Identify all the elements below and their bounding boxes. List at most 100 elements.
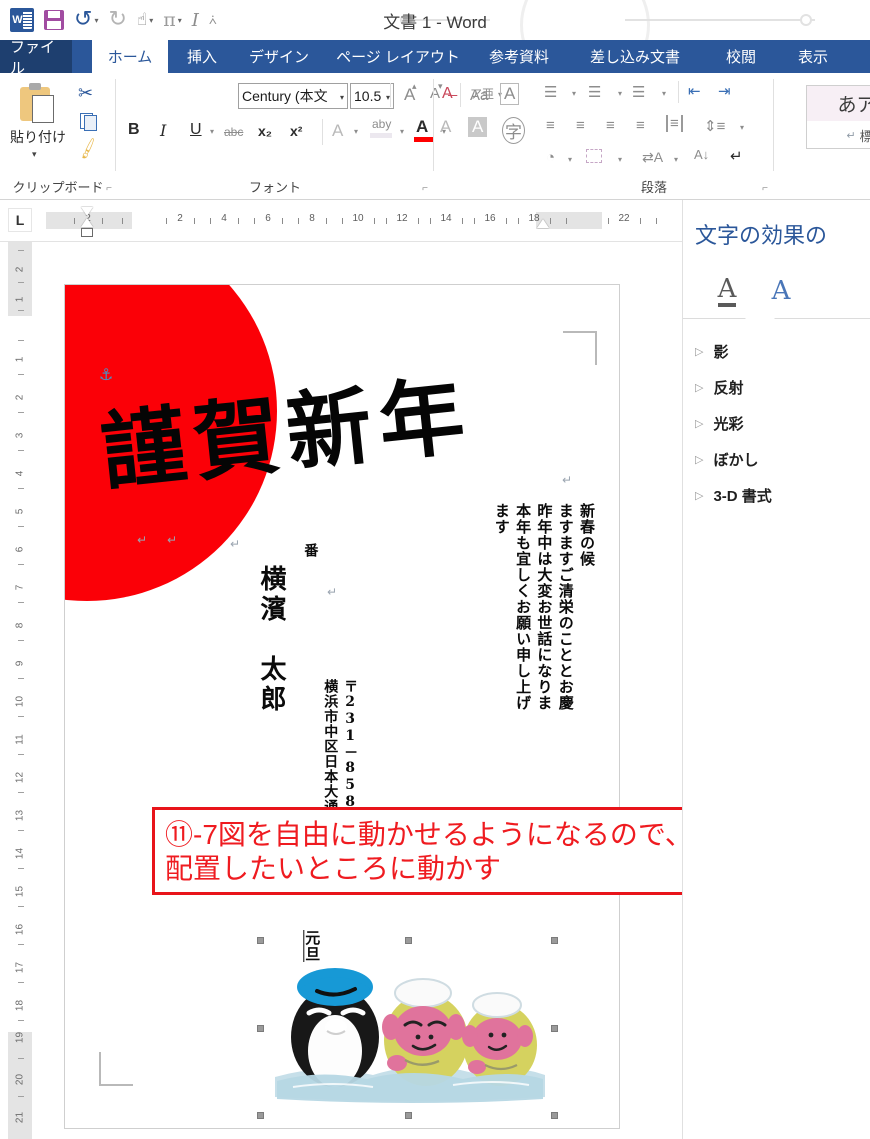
clipboard-dialog-launcher[interactable]: ⌐ bbox=[106, 183, 112, 194]
pane-item-reflection[interactable]: ▷ 反射 bbox=[695, 376, 865, 398]
first-line-indent-marker[interactable] bbox=[81, 207, 93, 216]
borders-caret-icon[interactable]: ▾ bbox=[618, 155, 622, 164]
font-dialog-launcher[interactable]: ⌐ bbox=[422, 183, 428, 194]
title-decoration-node-right bbox=[800, 14, 812, 26]
underline-caret-icon[interactable]: ▾ bbox=[210, 127, 214, 136]
distribute-icon[interactable]: ≡ bbox=[666, 115, 683, 132]
superscript-icon[interactable]: x² bbox=[290, 123, 302, 139]
pane-item-3d-format[interactable]: ▷ 3-D 書式 bbox=[695, 484, 865, 506]
redo-icon[interactable]: ↻ bbox=[104, 5, 130, 35]
tab-view[interactable]: 表示 bbox=[782, 40, 844, 73]
show-marks-icon[interactable]: ↵ bbox=[730, 147, 743, 165]
font-size-input[interactable]: 10.5 ▾ bbox=[350, 83, 394, 109]
numbered-list-caret-icon[interactable]: ▾ bbox=[618, 89, 622, 98]
horizontal-ruler[interactable]: 2 2 4 6 8 10 12 14 16 18 22 bbox=[46, 212, 657, 229]
align-left-icon[interactable]: ≡ bbox=[546, 117, 555, 134]
selection-handle-bottom-left[interactable] bbox=[257, 1112, 264, 1119]
address-text-block[interactable]: 〒231－8588 横浜市中区日本大通1番 bbox=[280, 543, 379, 843]
paste-dropdown-caret[interactable]: ▾ bbox=[32, 149, 37, 160]
touch-mode-icon[interactable]: ☝ ▾ bbox=[133, 5, 157, 35]
numbered-list-icon[interactable]: ☰ bbox=[588, 83, 601, 101]
text-effects-caret-icon[interactable]: ▾ bbox=[354, 127, 358, 136]
highlight-icon[interactable]: aby bbox=[372, 117, 391, 131]
tab-review[interactable]: 校閲 bbox=[710, 40, 772, 73]
multilevel-list-icon[interactable]: ☰ bbox=[632, 83, 645, 101]
document-page[interactable]: ⚓ 謹賀新年 ↵ ↵ ↵ ↵ ↵ 新春の候 ますますご清栄のこととお慶 昨年中は… bbox=[64, 284, 620, 1129]
pane-item-glow[interactable]: ▷ 光彩 bbox=[695, 412, 865, 434]
font-color-icon[interactable]: A bbox=[416, 117, 428, 137]
italic-icon[interactable]: I bbox=[188, 5, 203, 35]
greeting-text-block[interactable]: 新春の候 ますますご清栄のこととお慶 昨年中は大変お世話になりま 本年も宜しくお… bbox=[491, 503, 597, 833]
tab-insert[interactable]: 挿入 bbox=[172, 40, 232, 73]
tab-file[interactable]: ファイル bbox=[0, 39, 72, 77]
justify-icon[interactable]: ≡ bbox=[636, 117, 645, 134]
selection-handle-bottom-right[interactable] bbox=[551, 1112, 558, 1119]
tab-stop-selector-button[interactable]: L bbox=[8, 208, 32, 232]
paste-button-label[interactable]: 貼り付け bbox=[6, 127, 70, 147]
circle-character-icon[interactable]: 字 bbox=[502, 117, 525, 144]
paragraph-group-label: 段落 bbox=[640, 180, 667, 195]
subscript-icon[interactable]: x₂ bbox=[258, 123, 272, 139]
format-painter-icon[interactable]: 🖌 bbox=[75, 136, 101, 162]
pane-tab-text-fill[interactable]: A bbox=[703, 272, 751, 310]
selection-handle-middle-left[interactable] bbox=[257, 1025, 264, 1032]
decrease-indent-icon[interactable]: ⇤ bbox=[688, 82, 701, 100]
sender-name[interactable]: 横濱 太郎 bbox=[252, 565, 289, 815]
save-icon[interactable] bbox=[40, 5, 68, 35]
customize-quick-access-icon[interactable]: ⩑ bbox=[205, 5, 221, 35]
undo-icon[interactable]: ↺ ▾ bbox=[70, 5, 102, 35]
tab-design[interactable]: デザイン bbox=[236, 40, 322, 73]
font-name-caret[interactable]: ▾ bbox=[340, 93, 344, 102]
align-right-icon[interactable]: ≡ bbox=[606, 117, 615, 134]
selection-handle-top-center[interactable] bbox=[405, 937, 412, 944]
paste-icon[interactable] bbox=[16, 81, 58, 125]
pane-item-shadow[interactable]: ▷ 影 bbox=[695, 340, 865, 362]
italic-icon-ribbon[interactable]: I bbox=[160, 121, 166, 140]
strikethrough-icon[interactable]: abc bbox=[224, 125, 243, 139]
clear-formatting-icon[interactable]: A̶ bbox=[442, 85, 453, 103]
text-effects-icon[interactable]: A bbox=[332, 121, 343, 141]
right-indent-marker[interactable] bbox=[537, 219, 549, 228]
selection-handle-top-right[interactable] bbox=[551, 937, 558, 944]
line-spacing-caret-icon[interactable]: ▾ bbox=[740, 123, 744, 132]
selection-handle-top-left[interactable] bbox=[257, 937, 264, 944]
line-spacing-icon[interactable]: ⇕≡ bbox=[704, 117, 725, 135]
phonetic-guide-icon[interactable]: ア亜 bbox=[470, 85, 494, 102]
align-center-icon[interactable]: ≡ bbox=[576, 117, 585, 134]
underline-icon[interactable]: U bbox=[190, 121, 202, 139]
penguin-and-monkeys-hot-spring-illustration[interactable] bbox=[263, 945, 553, 1110]
character-shading-icon[interactable]: A bbox=[440, 117, 451, 137]
left-indent-marker[interactable] bbox=[81, 228, 93, 237]
style-gallery-normal[interactable]: あア亜 ↵ 標準 bbox=[806, 85, 870, 149]
paragraph-dialog-launcher[interactable]: ⌐ bbox=[762, 183, 768, 194]
equation-icon[interactable]: π ▾ bbox=[159, 5, 186, 35]
document-canvas[interactable]: ⚓ 謹賀新年 ↵ ↵ ↵ ↵ ↵ 新春の候 ますますご清栄のこととお慶 昨年中は… bbox=[34, 242, 682, 1139]
tab-mailings[interactable]: 差し込み文書 bbox=[572, 40, 698, 73]
selection-handle-bottom-center[interactable] bbox=[405, 1112, 412, 1119]
enclose-characters-icon[interactable]: A bbox=[500, 83, 520, 105]
copy-icon[interactable] bbox=[80, 113, 98, 131]
shading-caret-icon[interactable]: ▾ bbox=[568, 155, 572, 164]
character-border-box-icon[interactable]: A bbox=[468, 117, 488, 137]
borders-icon[interactable] bbox=[586, 149, 602, 163]
highlight-caret-icon[interactable]: ▾ bbox=[400, 127, 404, 136]
bold-icon[interactable]: B bbox=[128, 121, 140, 139]
pane-item-label: 光彩 bbox=[713, 415, 744, 433]
hanging-indent-marker[interactable] bbox=[81, 218, 93, 227]
tab-home[interactable]: ホーム bbox=[92, 40, 168, 73]
pane-item-soft-edges[interactable]: ▷ ぼかし bbox=[695, 448, 865, 470]
shading-icon[interactable]: ◔ bbox=[546, 149, 555, 166]
tab-page-layout[interactable]: ページ レイアウト bbox=[324, 40, 472, 73]
vertical-ruler[interactable]: 2 1 1 2 3 4 5 6 7 8 9 10 11 12 13 14 15 … bbox=[8, 242, 32, 1139]
sort-icon[interactable]: A↓ bbox=[694, 147, 709, 162]
tab-references[interactable]: 参考資料 bbox=[474, 40, 564, 73]
selection-handle-middle-right[interactable] bbox=[551, 1025, 558, 1032]
cut-icon[interactable]: ✂ bbox=[78, 83, 93, 104]
bullet-list-icon[interactable]: ☰ bbox=[544, 83, 557, 101]
asian-layout-icon[interactable]: ⇄A bbox=[642, 149, 663, 166]
multilevel-list-caret-icon[interactable]: ▾ bbox=[662, 89, 666, 98]
bullet-list-caret-icon[interactable]: ▾ bbox=[572, 89, 576, 98]
font-name-input[interactable]: Century (本文 ▾ bbox=[238, 83, 348, 109]
increase-indent-icon[interactable]: ⇥ bbox=[718, 82, 731, 100]
asian-layout-caret-icon[interactable]: ▾ bbox=[674, 155, 678, 164]
